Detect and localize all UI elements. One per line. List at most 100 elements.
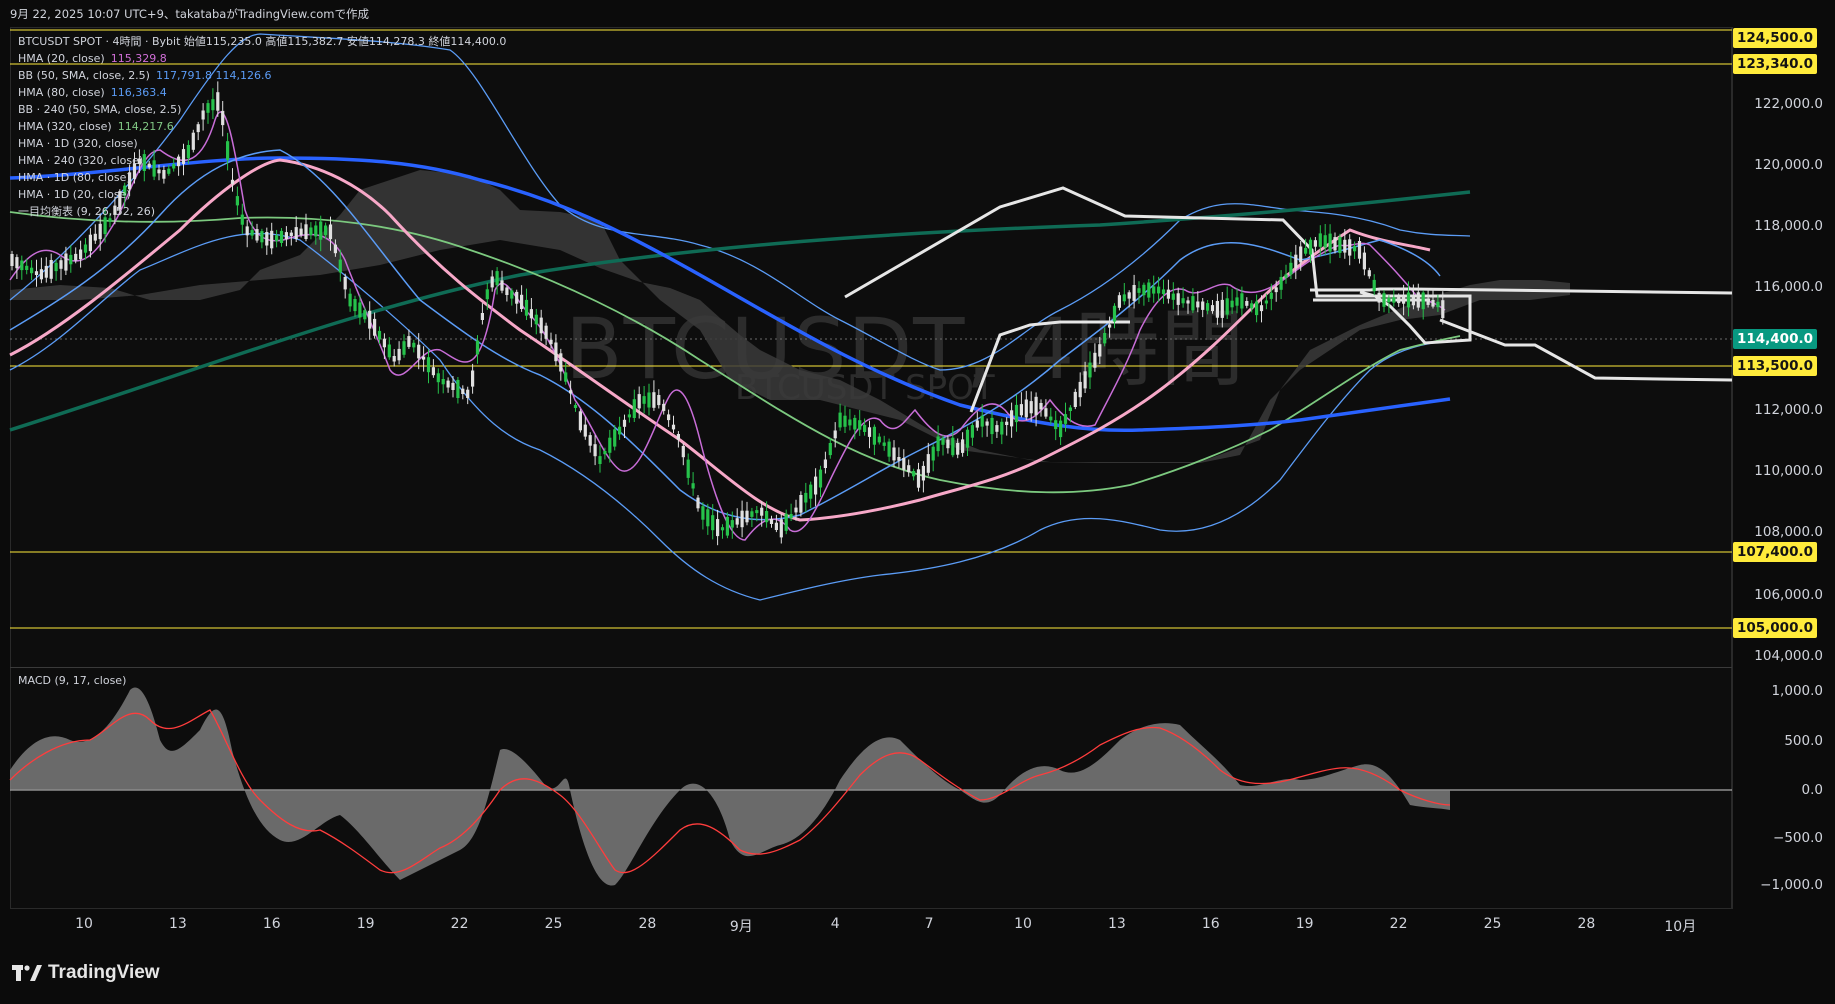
candle-body: [833, 430, 837, 439]
candle-body: [485, 289, 489, 300]
candle-body: [1406, 292, 1411, 308]
legend-row[interactable]: HMA · 240 (320, close): [18, 152, 512, 169]
candle-body: [769, 519, 774, 524]
candle-body: [1402, 296, 1406, 304]
candle-body: [740, 510, 744, 528]
candle-body: [1357, 241, 1362, 259]
candle-body: [549, 339, 553, 345]
price-badge-124500: 124,500.0: [1733, 28, 1817, 48]
price-badge-123340: 123,340.0: [1733, 54, 1817, 74]
time-label: 4: [830, 916, 840, 932]
legend-row[interactable]: BTCUSDT SPOT · 4時間 · Bybit 始値115,235.0 高…: [18, 33, 512, 50]
candle-body: [1333, 237, 1337, 251]
candle-body: [907, 465, 911, 473]
candle-body: [809, 484, 813, 499]
candle-body: [1304, 247, 1308, 254]
candle-body: [853, 417, 857, 430]
candle-body: [921, 465, 925, 481]
time-label: 22: [1389, 916, 1408, 932]
candle-body: [59, 260, 63, 269]
legend-row[interactable]: 一目均衡表 (9, 26, 52, 26): [18, 203, 512, 220]
candle-body: [588, 435, 592, 446]
time-label: 16: [262, 916, 281, 932]
candle-body: [368, 310, 372, 329]
candle-body: [1387, 297, 1391, 303]
candle-body: [1196, 301, 1200, 308]
legend-row[interactable]: HMA (20, close) 115,329.8: [18, 50, 512, 67]
candle-body: [1157, 286, 1161, 294]
candle-body: [818, 469, 823, 488]
candle-body: [1289, 262, 1293, 275]
legend-row[interactable]: BB (50, SMA, close, 2.5) 117,791.8 114,12…: [18, 67, 512, 84]
legend-row[interactable]: HMA · 1D (80, close): [18, 169, 512, 186]
candle-body: [1343, 239, 1347, 253]
tradingview-logo[interactable]: TradingView: [12, 962, 160, 984]
candle-body: [1318, 233, 1322, 247]
candle-body: [534, 314, 538, 325]
candle-body: [1392, 297, 1396, 303]
candle-body: [1103, 333, 1107, 344]
candle-body: [745, 510, 749, 523]
candle-body: [1426, 299, 1430, 305]
candle-body: [892, 447, 896, 461]
legend-row[interactable]: HMA (320, close) 114,217.6: [18, 118, 512, 135]
legend-value: 114,217.6: [117, 120, 174, 133]
candle-body: [79, 249, 83, 260]
brand-name: TradingView: [48, 962, 160, 983]
time-label: 10: [75, 916, 93, 932]
candle-body: [794, 507, 798, 513]
candle-body: [490, 276, 494, 288]
legend-row[interactable]: BB · 240 (50, SMA, close, 2.5): [18, 101, 512, 118]
candle-body: [30, 267, 34, 274]
candle-body: [456, 379, 460, 398]
time-label: 9月: [729, 919, 753, 935]
candle-body: [1029, 401, 1033, 414]
legend-row[interactable]: HMA · 1D (20, close): [18, 186, 512, 203]
candle-body: [1284, 274, 1288, 278]
candle-body: [402, 341, 406, 355]
candle-body: [446, 380, 450, 388]
candle-body: [1382, 293, 1386, 307]
candle-body: [20, 260, 24, 271]
candle-body: [10, 254, 14, 266]
candle-body: [1206, 303, 1210, 311]
candle-body: [1362, 252, 1366, 270]
candle-body: [515, 291, 519, 304]
candle-body: [1274, 287, 1278, 293]
macd-legend: MACD (9, 17, close): [18, 674, 127, 687]
candle-body: [711, 515, 715, 531]
candle-body: [1039, 403, 1043, 410]
candle-body: [662, 403, 666, 411]
candle-body: [1299, 246, 1303, 263]
candle-body: [1259, 305, 1264, 312]
candle-body: [255, 229, 259, 241]
candle-body: [1152, 286, 1156, 294]
candle-body: [1068, 407, 1072, 411]
price-axis[interactable]: 124,500.0 123,340.0 122,000.0 120,000.0 …: [1733, 27, 1835, 909]
candle-body: [1436, 301, 1440, 308]
candle-body: [422, 356, 426, 360]
candle-body: [1225, 298, 1229, 315]
candle-body: [1181, 298, 1185, 304]
candle-body: [1397, 296, 1401, 304]
candle-body: [578, 411, 582, 431]
candle-body: [1294, 254, 1298, 268]
candle-body: [564, 372, 568, 382]
candle-body: [951, 437, 955, 456]
candle-body: [838, 412, 842, 428]
candle-body: [671, 424, 676, 430]
candle-body: [970, 425, 974, 438]
indicator-legend: BTCUSDT SPOT · 4時間 · Bybit 始値115,235.0 高…: [18, 33, 512, 220]
candle-body: [799, 495, 803, 513]
tradingview-logo-icon: [12, 965, 42, 981]
time-axis[interactable]: 10 13 16 19 22 25 28 9月 4 7 10 13 16 19 22 25 28 10月: [10, 908, 1732, 944]
candle-body: [730, 520, 734, 528]
candle-body: [583, 424, 587, 437]
candle-body: [1117, 295, 1121, 308]
time-label: 25: [1483, 916, 1502, 932]
candle-body: [1088, 362, 1092, 378]
candle-body: [1186, 300, 1190, 304]
legend-row[interactable]: HMA · 1D (320, close): [18, 135, 512, 152]
candle-body: [946, 439, 950, 449]
legend-row[interactable]: HMA (80, close) 116,363.4: [18, 84, 512, 101]
